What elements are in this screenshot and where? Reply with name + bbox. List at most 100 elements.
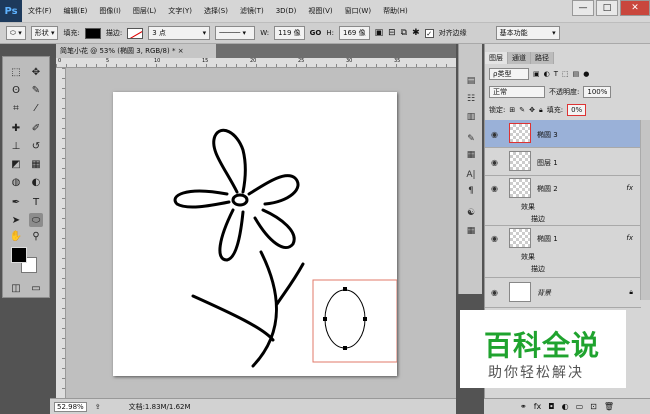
stroke-width-field[interactable]: 3 点 ▾ xyxy=(148,26,211,40)
new-layer-icon[interactable]: ⊡ xyxy=(590,402,597,411)
grid-panel-icon[interactable]: ▦ xyxy=(464,224,478,237)
document-tab[interactable]: 简笔小花 @ 53% (椭圆 3, RGB/8) * × xyxy=(56,44,216,58)
menu-help[interactable]: 帮助(H) xyxy=(377,6,414,16)
path-select-tool-icon[interactable]: ➤ xyxy=(9,213,23,227)
zoom-field[interactable]: 52.98% xyxy=(54,401,87,412)
menu-layer[interactable]: 图层(L) xyxy=(127,6,162,16)
fill-field[interactable]: 0% xyxy=(567,104,587,116)
mask-icon[interactable]: ◘ xyxy=(548,402,554,411)
brush-tool-icon[interactable]: ✐ xyxy=(29,121,43,135)
gear-icon[interactable]: ✱ xyxy=(412,28,420,38)
ellipse-tool-icon[interactable]: ⬭ xyxy=(29,213,43,227)
stroke-swatch[interactable] xyxy=(127,27,144,39)
fill-swatch[interactable] xyxy=(84,27,101,39)
layer-name[interactable]: 背景 xyxy=(537,288,551,298)
foreground-color-swatch[interactable] xyxy=(11,247,27,263)
filter-toggle-icon[interactable]: ● xyxy=(583,70,589,78)
path-align-icon[interactable]: ⊟ xyxy=(388,28,396,38)
clone-source-icon[interactable]: ▦ xyxy=(464,148,478,161)
paragraph-panel-icon[interactable]: ¶ xyxy=(464,184,478,197)
type-tool-icon[interactable]: T xyxy=(29,195,43,209)
trash-icon[interactable]: 🗑︎ xyxy=(604,402,614,411)
doc-info[interactable]: 文档:1.83M/1.62M xyxy=(129,402,191,412)
fx-icon[interactable]: fx xyxy=(626,184,633,192)
move-tool-icon[interactable]: ✥ xyxy=(29,65,43,79)
filter-adjust-icon[interactable]: ◐ xyxy=(544,70,550,78)
tab-channels[interactable]: 通道 xyxy=(508,52,531,64)
eye-icon[interactable]: ◉ xyxy=(491,184,498,193)
lock-position-icon[interactable]: ✥ xyxy=(529,106,535,114)
fx-icon[interactable]: fx xyxy=(626,234,633,242)
layer-row-ellipse-1[interactable]: ◉ 椭圆 1 fx 效果 描边 xyxy=(485,226,641,278)
filter-shape-icon[interactable]: ⬚ xyxy=(562,70,569,78)
pen-tool-icon[interactable]: ✒ xyxy=(9,195,23,209)
menu-window[interactable]: 窗口(W) xyxy=(339,6,377,16)
menu-3d[interactable]: 3D(D) xyxy=(270,7,303,15)
blur-tool-icon[interactable]: ◍ xyxy=(9,175,23,189)
lock-all-icon[interactable]: 🔒︎ xyxy=(539,106,543,115)
link-icon[interactable]: GO xyxy=(310,29,322,37)
tab-layers[interactable]: 图层 xyxy=(485,52,508,64)
marquee-tool-icon[interactable]: ⬚ xyxy=(9,65,23,79)
layer-name[interactable]: 椭圆 1 xyxy=(537,234,558,244)
properties-panel-icon[interactable]: ▥ xyxy=(464,110,478,123)
fx-icon[interactable]: fx xyxy=(534,402,542,411)
height-field[interactable]: 169 像 xyxy=(338,26,370,40)
eye-icon[interactable]: ◉ xyxy=(491,158,498,167)
opacity-field[interactable]: 100% xyxy=(583,86,612,98)
filter-smart-icon[interactable]: ▤ xyxy=(573,70,580,78)
crop-tool-icon[interactable]: ⌗ xyxy=(9,101,23,115)
layer-name[interactable]: 图层 1 xyxy=(537,158,558,168)
gradient-tool-icon[interactable]: ▦ xyxy=(29,157,43,171)
3d-panel-icon[interactable]: ☯ xyxy=(464,206,478,219)
menu-image[interactable]: 图像(I) xyxy=(93,6,127,16)
effect-stroke[interactable]: 描边 xyxy=(531,214,545,224)
eye-icon[interactable]: ◉ xyxy=(491,234,498,243)
lasso-tool-icon[interactable]: ʘ xyxy=(9,83,23,97)
quick-select-tool-icon[interactable]: ✎ xyxy=(29,83,43,97)
menu-type[interactable]: 文字(Y) xyxy=(162,6,198,16)
share-icon[interactable]: ⇪ xyxy=(95,403,101,411)
menu-file[interactable]: 文件(F) xyxy=(22,6,58,16)
folder-icon[interactable]: ▭ xyxy=(576,402,584,411)
mode-select[interactable]: 形状 ▾ xyxy=(30,26,59,40)
history-panel-icon[interactable]: ▤ xyxy=(464,74,478,87)
quick-mask-icon[interactable]: ◫ xyxy=(9,281,23,295)
path-arrange-icon[interactable]: ⧉ xyxy=(401,28,407,38)
lock-image-icon[interactable]: ✎ xyxy=(519,106,525,114)
tab-paths[interactable]: 路径 xyxy=(531,52,554,64)
align-edges-checkbox[interactable]: ✓ xyxy=(424,28,434,38)
hand-tool-icon[interactable]: ✋ xyxy=(9,229,23,243)
eraser-tool-icon[interactable]: ◩ xyxy=(9,157,23,171)
menu-select[interactable]: 选择(S) xyxy=(198,6,234,16)
close-icon[interactable]: × xyxy=(178,47,184,55)
workspace-select[interactable]: 基本功能 ▾ xyxy=(495,26,560,40)
eyedropper-tool-icon[interactable]: ⁄ xyxy=(29,101,43,115)
menu-filter[interactable]: 滤镜(T) xyxy=(234,6,270,16)
eye-icon[interactable]: ◉ xyxy=(491,288,498,297)
adjustments-panel-icon[interactable]: ☷ xyxy=(464,92,478,105)
layer-name[interactable]: 椭圆 3 xyxy=(537,130,558,140)
link-layers-icon[interactable]: ⚭ xyxy=(520,402,527,411)
healing-brush-tool-icon[interactable]: ✚ xyxy=(9,121,23,135)
menu-view[interactable]: 视图(V) xyxy=(302,6,338,16)
kind-filter-select[interactable]: ρ类型 xyxy=(489,68,529,80)
clone-stamp-tool-icon[interactable]: ⊥ xyxy=(9,139,23,153)
layer-row-background[interactable]: ◉ 背景 🔒︎ xyxy=(485,278,641,308)
dodge-tool-icon[interactable]: ◐ xyxy=(29,175,43,189)
layer-name[interactable]: 椭圆 2 xyxy=(537,184,558,194)
screen-mode-icon[interactable]: ▭ xyxy=(29,281,43,295)
zoom-tool-icon[interactable]: ⚲ xyxy=(29,229,43,243)
path-ops-icon[interactable]: ▣ xyxy=(375,28,384,38)
maximize-button[interactable]: □ xyxy=(596,0,618,16)
blend-mode-select[interactable]: 正常 xyxy=(489,86,545,98)
layer-row-ellipse-3[interactable]: ◉ 椭圆 3 xyxy=(485,120,641,148)
character-panel-icon[interactable]: A| xyxy=(464,168,478,181)
filter-pixel-icon[interactable]: ▣ xyxy=(533,70,540,78)
layers-scrollbar[interactable] xyxy=(640,120,650,300)
layer-row-ellipse-2[interactable]: ◉ 椭圆 2 fx 效果 描边 xyxy=(485,176,641,226)
minimize-button[interactable]: — xyxy=(572,0,594,16)
eye-icon[interactable]: ◉ xyxy=(491,130,498,139)
layer-row-layer-1[interactable]: ◉ 图层 1 xyxy=(485,148,641,176)
menu-edit[interactable]: 编辑(E) xyxy=(58,6,94,16)
